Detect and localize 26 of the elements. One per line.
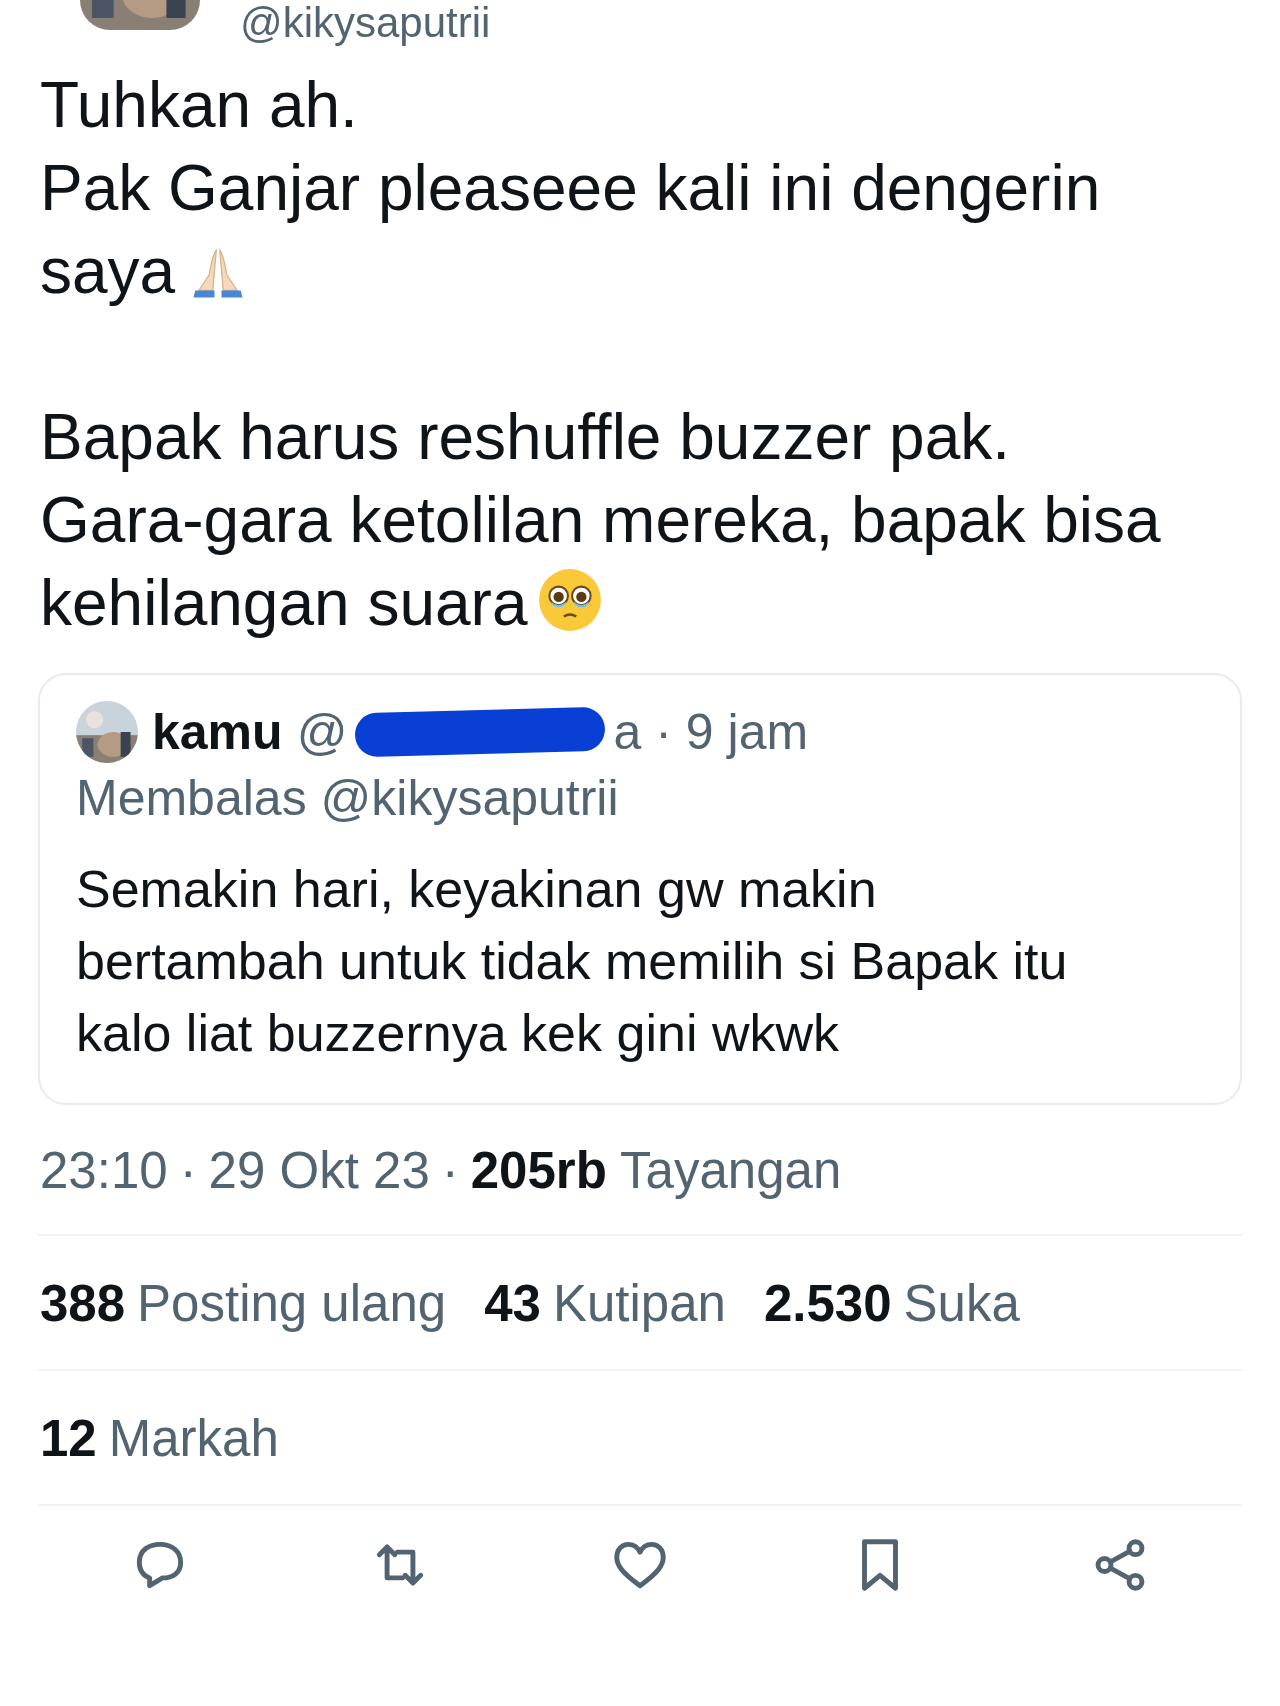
tweet-text: saya xyxy=(40,235,176,307)
quoted-post-card[interactable]: kamu @ a · 9 jam Membalas @kikysaputrii Semakin hari, keyakinan gw makin bertambah untuk tidak memilih si Bapak itu kalo liat buzzernya kek gini wkwk xyxy=(38,673,1242,1105)
replying-to: Membalas @kikysaputrii xyxy=(76,769,620,827)
separator: · xyxy=(655,703,672,761)
stat-link[interactable]: 43 Kutipan xyxy=(484,1274,726,1333)
views-label: Tayangan xyxy=(620,1142,842,1199)
tweet-text: Tuhkan ah. xyxy=(40,69,358,141)
tweet-text: kehilangan suara xyxy=(40,567,528,639)
display-name: kamu xyxy=(152,703,283,761)
view-count: 205rb xyxy=(470,1142,607,1199)
separator: · xyxy=(441,1141,459,1200)
handle-start: @ xyxy=(296,703,348,761)
tweet-text: Pak Ganjar pleaseee kali ini dengerin xyxy=(40,152,1101,224)
stat-link[interactable]: 2.530 Suka xyxy=(763,1274,1020,1333)
stat-link[interactable]: 388 Posting ulang xyxy=(40,1274,447,1333)
stat-link[interactable]: 12 Markah xyxy=(40,1409,279,1468)
teary-face-icon xyxy=(537,567,604,633)
tweet-text: Bapak harus reshuffle buzzer pak. xyxy=(40,401,1011,473)
quoted-text: Semakin hari, keyakinan gw makin bertambah untuk tidak memilih si Bapak itu kalo liat buzzernya kek gini wkwk xyxy=(76,859,1069,1064)
tweet-text: Gara-gara ketolilan mereka, bapak bisa xyxy=(40,484,1161,556)
post-time: 23:10 xyxy=(40,1141,168,1200)
post-date: 29 Okt 23 xyxy=(208,1141,430,1200)
post-time: 9 jam xyxy=(685,703,809,761)
author-handle[interactable]: @kikysaputrii xyxy=(240,0,491,44)
separator: · xyxy=(179,1141,197,1200)
handle-end: a xyxy=(613,703,642,761)
